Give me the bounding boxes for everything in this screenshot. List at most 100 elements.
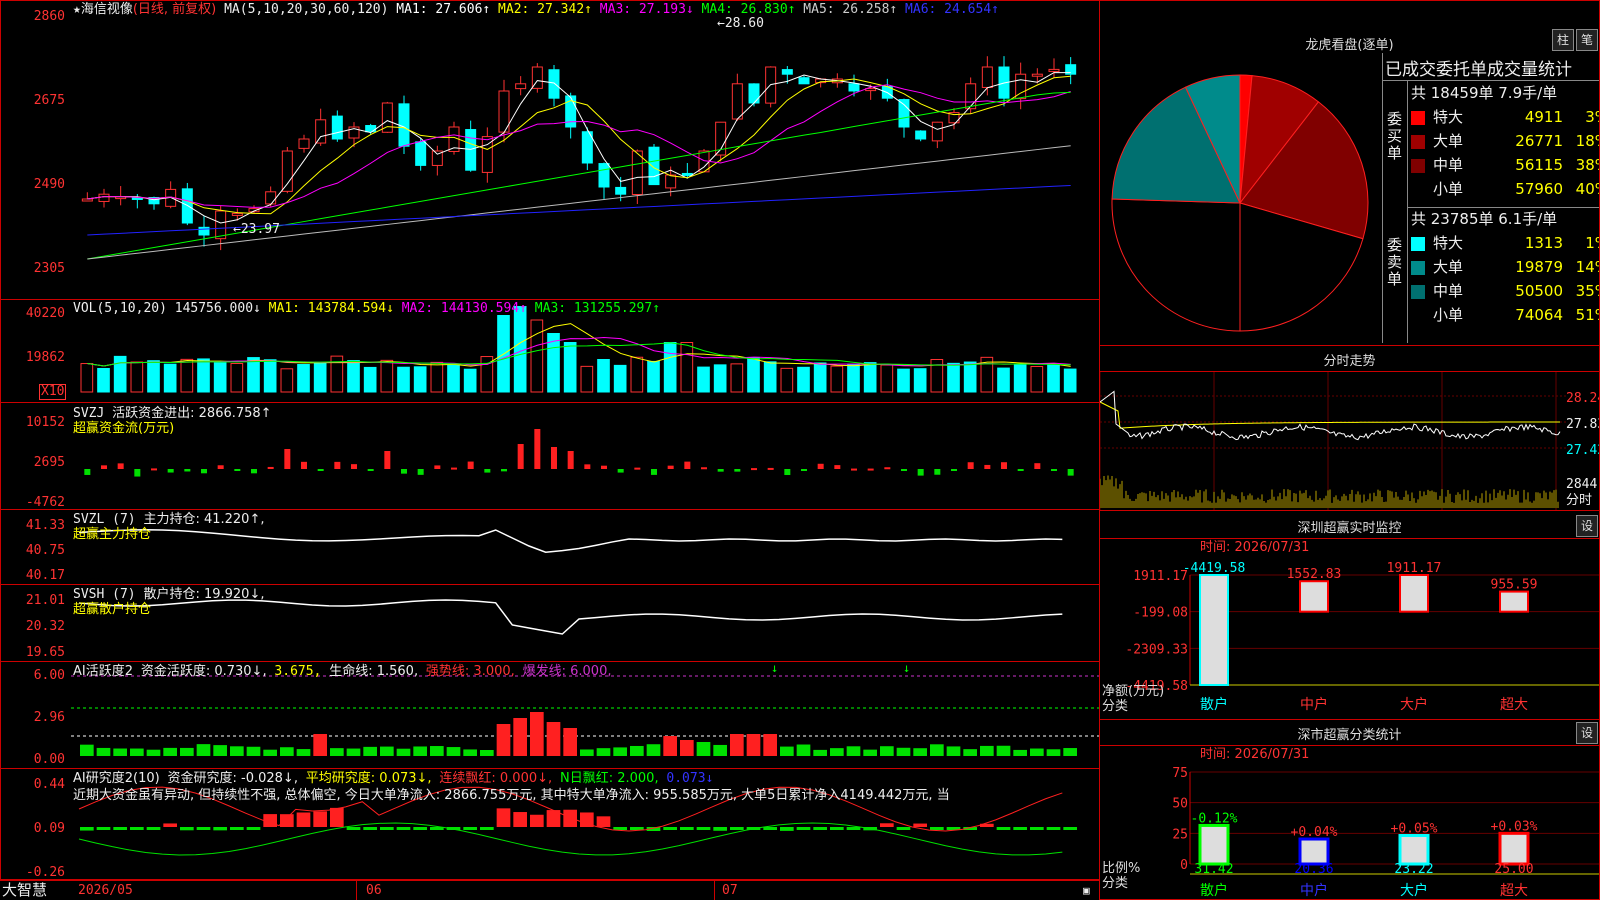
vol-pane[interactable]: 40220 19862 X10 VOL(5,10,20) 145756.000↓… bbox=[0, 299, 1100, 403]
sell-row-value: 19879 bbox=[1515, 258, 1563, 276]
svzj-bar bbox=[384, 451, 391, 469]
kline-y-3: 2490 bbox=[33, 177, 65, 192]
svsh-pane[interactable]: 21.01 20.32 19.65 SVSH (7) 散户持仓: 19.920↓… bbox=[0, 584, 1100, 662]
kline-pane[interactable]: 2860 2675 2490 2305 ★海信视像(日线, 前复权) MA(5,… bbox=[0, 0, 1100, 300]
svzj-bar bbox=[434, 465, 441, 469]
sell-row: 特大 1313 1% bbox=[1411, 232, 1599, 253]
svzj-y-3: -4762 bbox=[25, 495, 65, 510]
ai2-v2: 平均研究度: 0.073↓, bbox=[305, 771, 432, 786]
ai1-desc: 资金活跃度: 0.730↓, bbox=[140, 664, 267, 679]
buy-row-value: 4911 bbox=[1524, 108, 1563, 126]
svzj-bar bbox=[317, 469, 324, 471]
svzl-pane[interactable]: 41.33 40.75 40.17 SVZL (7) 主力持仓: 41.220↑… bbox=[0, 509, 1100, 585]
vol-bar bbox=[297, 364, 310, 393]
sz-class-unit: 比例% bbox=[1102, 861, 1140, 876]
vol-bar bbox=[197, 358, 210, 393]
vol-unit-badge[interactable]: X10 bbox=[39, 384, 67, 400]
lock-icon[interactable]: ▣ bbox=[1083, 884, 1090, 898]
kline-y-4: 2305 bbox=[33, 261, 65, 276]
ai1-bar bbox=[696, 742, 711, 756]
ai2-label: AI研究度2(10) bbox=[73, 771, 160, 786]
ai1-bar bbox=[846, 746, 861, 756]
sell-row-name: 大单 bbox=[1433, 258, 1464, 276]
ai2-bar bbox=[680, 827, 694, 830]
svzj-bar bbox=[917, 469, 924, 476]
sz-monitor-bar-label: 955.59 bbox=[1491, 578, 1538, 593]
ai2-bar bbox=[513, 812, 527, 827]
ai1-bar bbox=[480, 749, 494, 756]
candle-body bbox=[631, 150, 643, 195]
svzj-bar bbox=[1067, 469, 1074, 476]
sz-monitor-y-tick: -199.08 bbox=[1133, 606, 1188, 621]
svzj-bar bbox=[251, 469, 257, 474]
candle-body bbox=[515, 83, 527, 90]
svzj-bar bbox=[951, 469, 957, 471]
ai2-bar bbox=[413, 827, 427, 830]
svzj-pane[interactable]: 10152 2695 -4762 SVZJ 活跃资金进出: 2866.758↑ … bbox=[0, 402, 1100, 510]
lhb-panel[interactable]: 龙虎看盘(逐单) 柱 笔 已成交委托单成交量统计 委买单 共 18459单 7.… bbox=[1099, 0, 1600, 346]
svzj-bar bbox=[717, 469, 724, 472]
ai2-bar bbox=[1030, 827, 1044, 830]
lhb-table: 已成交委托单成交量统计 委买单 共 18459单 7.9手/单 特大 4911 3%… bbox=[1382, 53, 1599, 343]
sz-class-value: 20.36 bbox=[1294, 862, 1333, 877]
vol-bar bbox=[430, 361, 444, 393]
vol-bar bbox=[963, 361, 977, 393]
ai2-y-3: -0.26 bbox=[25, 865, 65, 880]
buy-label: 委买单 bbox=[1387, 110, 1403, 162]
sz-class-panel[interactable]: 深市超赢分类统计 设 时间: 2026/07/31 75 50 25 0 -0.12% 3… bbox=[1099, 719, 1600, 900]
bar-mode-button[interactable]: 柱 bbox=[1552, 29, 1574, 51]
svzj-bar bbox=[101, 465, 107, 469]
legend-swatch bbox=[1411, 260, 1425, 275]
ai1-bar bbox=[1030, 748, 1044, 756]
vol-bar bbox=[230, 363, 244, 393]
ai1-v5: 爆发线: 6.000, bbox=[522, 664, 612, 679]
ai1-bar bbox=[980, 745, 994, 756]
buy-row-value: 57960 bbox=[1515, 180, 1563, 198]
ai1-pane[interactable]: ↓ ↓ 6.00 2.96 0.00 AI活跃度2 资金活跃度: 0.730↓, … bbox=[0, 661, 1100, 769]
vol-bar bbox=[780, 367, 794, 393]
buy-row-name: 特大 bbox=[1433, 108, 1464, 126]
svzj-bar bbox=[851, 468, 857, 471]
brand-label: 大智慧 bbox=[2, 881, 48, 899]
vol-bar bbox=[997, 367, 1010, 393]
vol-bar bbox=[363, 366, 377, 393]
ai2-bar bbox=[480, 827, 494, 830]
svzj-bar bbox=[1001, 462, 1007, 469]
svzj-bar bbox=[834, 465, 841, 469]
ma-line bbox=[87, 145, 1071, 260]
ai1-bar bbox=[1046, 749, 1061, 756]
svzj-label: SVZJ bbox=[73, 406, 105, 421]
ai1-bar bbox=[430, 746, 444, 756]
vol-ma2: MA2: 144130.594↑ bbox=[401, 301, 527, 316]
buy-row: 小单 57960 40% bbox=[1411, 178, 1599, 199]
ai2-bar bbox=[996, 827, 1011, 830]
candle-body bbox=[231, 212, 243, 216]
svzj-bar bbox=[234, 469, 241, 471]
ai1-bar bbox=[246, 746, 261, 756]
svzj-bar bbox=[751, 468, 757, 471]
ai2-pane[interactable]: 0.44 0.09 -0.26 AI研究度2(10) 资金研究度: -0.028… bbox=[0, 768, 1100, 880]
svzj-bar bbox=[117, 463, 124, 469]
candle-body bbox=[981, 66, 993, 88]
vol-bar bbox=[180, 358, 194, 393]
sell-row-value: 1313 bbox=[1524, 234, 1563, 252]
candle-body bbox=[81, 198, 93, 202]
ai1-bar bbox=[163, 747, 177, 756]
sz-monitor-cat-label: 超大 bbox=[1500, 697, 1528, 713]
sz-class-cat-title: 分类 bbox=[1102, 876, 1128, 891]
ai1-bar bbox=[363, 746, 377, 756]
sz-class-settings-button[interactable]: 设 bbox=[1576, 722, 1598, 744]
candle-body bbox=[215, 210, 227, 240]
kline-svg[interactable] bbox=[71, 1, 1099, 299]
svzj-bar bbox=[217, 465, 224, 469]
svzj-bar bbox=[967, 462, 974, 469]
ai1-y-1: 6.00 bbox=[33, 668, 65, 683]
ai2-bar bbox=[180, 827, 194, 831]
tick-mode-button[interactable]: 笔 bbox=[1576, 29, 1598, 51]
fenshi-y-2: 27.83 bbox=[1566, 417, 1599, 432]
sz-monitor-settings-button[interactable]: 设 bbox=[1576, 515, 1598, 537]
sell-total: 共 23785单 6.1手/单 bbox=[1411, 210, 1558, 228]
svzj-bar bbox=[817, 463, 824, 469]
fenshi-panel[interactable]: 分时走势 28.24 27.83 27.42 2844 分时 bbox=[1099, 345, 1600, 511]
sz-monitor-panel[interactable]: 深圳超赢实时监控 设 时间: 2026/07/31 1911.17 -199.08… bbox=[1099, 510, 1600, 720]
